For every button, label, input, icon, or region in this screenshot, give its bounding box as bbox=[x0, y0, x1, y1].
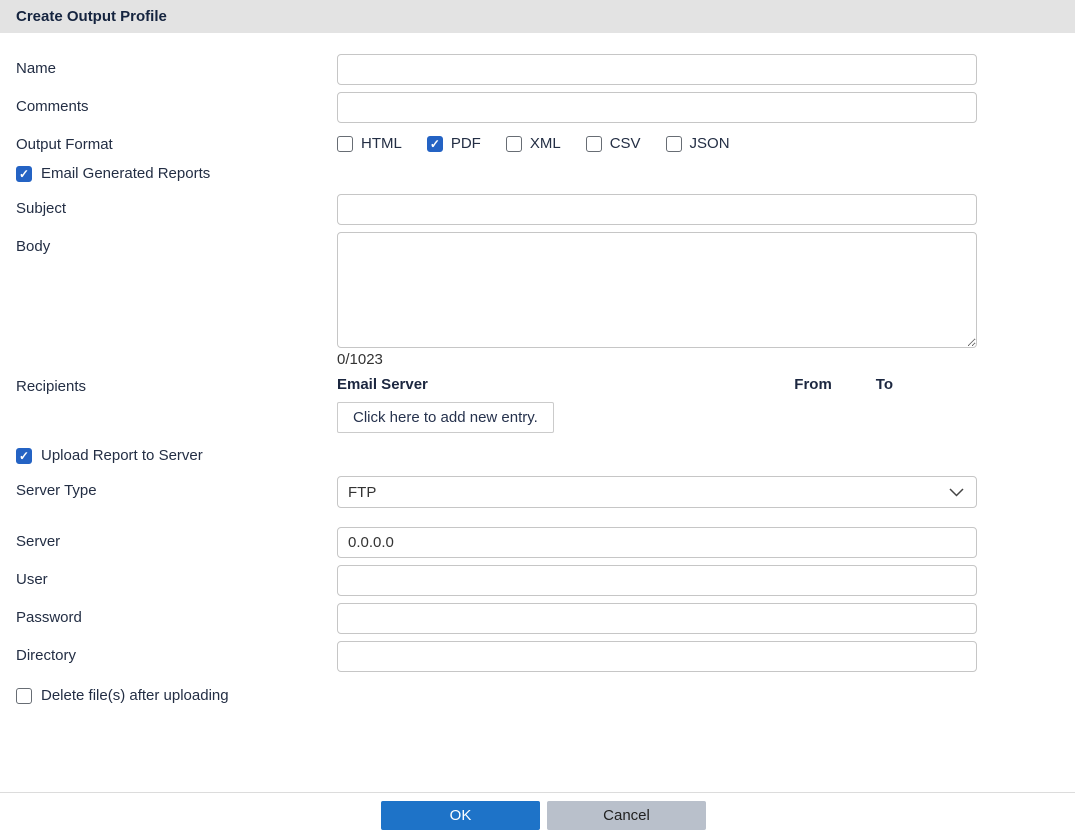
body-label: Body bbox=[0, 232, 337, 368]
html-checkbox-icon[interactable] bbox=[337, 136, 353, 152]
delete-after-upload-checkbox[interactable]: Delete file(s) after uploading bbox=[0, 687, 1075, 704]
subject-input[interactable] bbox=[337, 194, 977, 225]
subject-row: Subject bbox=[0, 194, 1075, 225]
add-recipient-button[interactable]: Click here to add new entry. bbox=[337, 402, 554, 433]
comments-input[interactable] bbox=[337, 92, 977, 123]
delete-after-upload-label: Delete file(s) after uploading bbox=[41, 687, 229, 704]
server-type-label: Server Type bbox=[0, 476, 337, 508]
name-row: Name bbox=[0, 54, 1075, 85]
directory-input[interactable] bbox=[337, 641, 977, 672]
subject-label: Subject bbox=[0, 194, 337, 225]
chevron-down-icon bbox=[949, 488, 964, 497]
name-label: Name bbox=[0, 54, 337, 85]
user-row: User bbox=[0, 565, 1075, 596]
server-type-row: Server Type FTP bbox=[0, 476, 1075, 508]
user-input[interactable] bbox=[337, 565, 977, 596]
format-option-label: XML bbox=[530, 135, 561, 152]
format-option-label: PDF bbox=[451, 135, 481, 152]
json-checkbox-icon[interactable] bbox=[666, 136, 682, 152]
directory-label: Directory bbox=[0, 641, 337, 672]
dialog-header: Create Output Profile bbox=[0, 0, 1075, 33]
email-generated-reports-label: Email Generated Reports bbox=[41, 165, 210, 182]
server-input[interactable] bbox=[337, 527, 977, 558]
upload-report-label: Upload Report to Server bbox=[41, 447, 203, 464]
format-option-json[interactable]: JSON bbox=[666, 135, 730, 152]
recipients-table-header: Email Server From To bbox=[337, 376, 977, 393]
format-option-xml[interactable]: XML bbox=[506, 135, 561, 152]
body-char-counter: 0/1023 bbox=[337, 351, 977, 368]
email-generated-reports-checkbox[interactable]: Email Generated Reports bbox=[0, 165, 1075, 182]
format-option-csv[interactable]: CSV bbox=[586, 135, 641, 152]
output-format-label: Output Format bbox=[0, 130, 337, 153]
server-type-value: FTP bbox=[348, 484, 376, 501]
body-textarea[interactable] bbox=[337, 232, 977, 348]
delete-after-upload-checkbox-icon[interactable] bbox=[16, 688, 32, 704]
server-row: Server bbox=[0, 527, 1075, 558]
recipients-label: Recipients bbox=[0, 372, 337, 433]
ok-button[interactable]: OK bbox=[381, 801, 540, 830]
server-type-select[interactable]: FTP bbox=[337, 476, 977, 508]
recipients-column-from: From bbox=[794, 376, 832, 393]
server-label: Server bbox=[0, 527, 337, 558]
user-label: User bbox=[0, 565, 337, 596]
csv-checkbox-icon[interactable] bbox=[586, 136, 602, 152]
email-generated-reports-checkbox-icon[interactable] bbox=[16, 166, 32, 182]
output-format-options: HTML PDF XML CSV bbox=[337, 130, 977, 152]
create-output-profile-dialog: Create Output Profile Name Comments Outp… bbox=[0, 0, 1075, 838]
dialog-footer: OK Cancel bbox=[0, 792, 1075, 838]
upload-report-checkbox[interactable]: Upload Report to Server bbox=[0, 447, 1075, 464]
format-option-pdf[interactable]: PDF bbox=[427, 135, 481, 152]
directory-row: Directory bbox=[0, 641, 1075, 672]
password-row: Password bbox=[0, 603, 1075, 634]
output-profile-form: Name Comments Output Format HTML bbox=[0, 33, 1075, 716]
body-row: Body 0/1023 bbox=[0, 232, 1075, 368]
pdf-checkbox-icon[interactable] bbox=[427, 136, 443, 152]
format-option-label: JSON bbox=[690, 135, 730, 152]
upload-report-checkbox-icon[interactable] bbox=[16, 448, 32, 464]
recipients-column-email-server: Email Server bbox=[337, 376, 428, 393]
recipients-row: Recipients Email Server From To Click he… bbox=[0, 372, 1075, 433]
password-label: Password bbox=[0, 603, 337, 634]
comments-row: Comments bbox=[0, 92, 1075, 123]
dialog-title: Create Output Profile bbox=[16, 8, 167, 25]
comments-label: Comments bbox=[0, 92, 337, 123]
format-option-label: CSV bbox=[610, 135, 641, 152]
output-format-row: Output Format HTML PDF XML bbox=[0, 130, 1075, 153]
recipients-column-to: To bbox=[876, 376, 893, 393]
xml-checkbox-icon[interactable] bbox=[506, 136, 522, 152]
format-option-html[interactable]: HTML bbox=[337, 135, 402, 152]
format-option-label: HTML bbox=[361, 135, 402, 152]
name-input[interactable] bbox=[337, 54, 977, 85]
password-input[interactable] bbox=[337, 603, 977, 634]
cancel-button[interactable]: Cancel bbox=[547, 801, 706, 830]
